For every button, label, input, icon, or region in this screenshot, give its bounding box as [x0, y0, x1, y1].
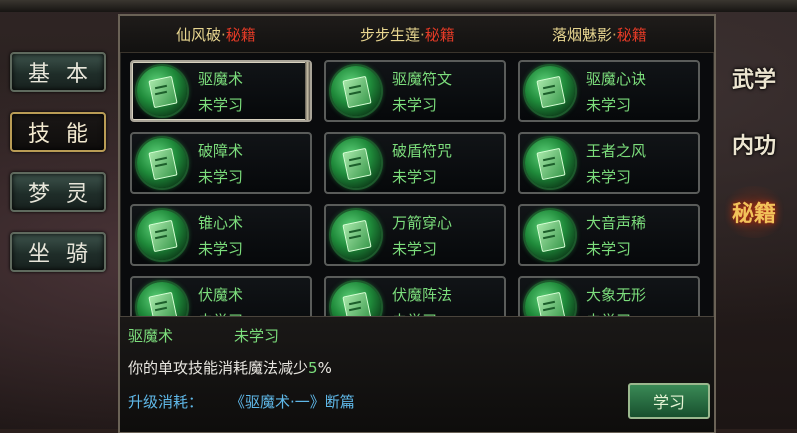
header-tab-bubushenglian[interactable]: 步步生莲·秘籍 — [360, 24, 455, 45]
skill-name: 破障术 — [198, 142, 244, 160]
skill-status: 未学习 — [586, 240, 632, 258]
selected-skill-status: 未学习 — [234, 327, 280, 345]
skill-name: 大象无形 — [586, 286, 647, 304]
left-tab-skills[interactable]: 技能 — [10, 112, 106, 152]
learn-button-label: 学习 — [652, 393, 685, 412]
skill-panel: 仙风破·秘籍 步步生莲·秘籍 落烟魅影·秘籍 驱魔术 未学习 驱魔符文 未学习 … — [118, 14, 716, 433]
skill-book-icon — [137, 210, 187, 260]
skill-cell[interactable]: 王者之风 未学习 — [518, 132, 700, 194]
skill-status: 未学习 — [392, 96, 438, 114]
header-tab-tag: 秘籍 — [225, 26, 256, 44]
right-tab-label: 内功 — [731, 133, 776, 159]
right-tab-label: 秘籍 — [731, 201, 776, 227]
upgrade-cost-item[interactable]: 《驱魔术·一》断篇 — [230, 391, 355, 412]
left-tab-label: 梦灵 — [28, 182, 105, 207]
right-tab-label: 武学 — [731, 67, 776, 93]
selected-skill-name: 驱魔术 — [128, 327, 174, 345]
skill-cell[interactable]: 驱魔符文 未学习 — [324, 60, 506, 122]
skill-name: 驱魔术 — [198, 70, 244, 88]
skill-cell[interactable]: 驱魔术 未学习 — [130, 60, 312, 122]
left-tab-label: 技能 — [28, 122, 105, 147]
skill-cell[interactable]: 万箭穿心 未学习 — [324, 204, 506, 266]
right-tab-martial-arts[interactable]: 武学 — [714, 46, 794, 110]
description-unit: % — [317, 359, 332, 377]
header-tab-tag: 秘籍 — [616, 26, 647, 44]
skill-book-icon — [525, 66, 575, 116]
skill-grid: 驱魔术 未学习 驱魔符文 未学习 驱魔心诀 未学习 破障术 未学习 破盾符咒 未… — [126, 56, 708, 322]
skill-status: 未学习 — [198, 240, 244, 258]
skill-status: 未学习 — [586, 168, 632, 186]
left-tab-label: 坐骑 — [28, 242, 105, 267]
upgrade-cost-label: 升级消耗： — [128, 393, 204, 411]
skill-cell[interactable]: 破障术 未学习 — [130, 132, 312, 194]
skill-cell[interactable]: 破盾符咒 未学习 — [324, 132, 506, 194]
panel-header: 仙风破·秘籍 步步生莲·秘籍 落烟魅影·秘籍 — [120, 16, 714, 53]
skill-book-icon — [525, 138, 575, 188]
left-tab-basic[interactable]: 基本 — [10, 52, 106, 92]
skill-book-icon — [331, 138, 381, 188]
skill-cell[interactable]: 大音声稀 未学习 — [518, 204, 700, 266]
skill-cell[interactable]: 驱魔心诀 未学习 — [518, 60, 700, 122]
skill-name: 破盾符咒 — [392, 142, 453, 160]
header-tab-name: 落烟魅影 — [552, 26, 613, 44]
skill-book-icon — [331, 210, 381, 260]
left-tab-dream-spirit[interactable]: 梦灵 — [10, 172, 106, 212]
right-tab-secret-manual[interactable]: 秘籍 — [714, 180, 794, 244]
skill-book-icon — [331, 66, 381, 116]
header-tab-name: 仙风破 — [176, 26, 222, 44]
skill-status: 未学习 — [198, 96, 244, 114]
header-tab-luoyanmeiying[interactable]: 落烟魅影·秘籍 — [552, 24, 647, 45]
skill-description: 你的单攻技能消耗魔法减少5% — [128, 357, 332, 378]
skill-book-icon — [137, 138, 187, 188]
skill-detail-panel: 驱魔术 未学习 你的单攻技能消耗魔法减少5% 升级消耗： 《驱魔术·一》断篇 学… — [120, 316, 714, 432]
header-tab-tag: 秘籍 — [424, 26, 455, 44]
skill-name: 伏魔阵法 — [392, 286, 453, 304]
skill-name: 锥心术 — [198, 214, 244, 232]
header-tab-name: 步步生莲 — [360, 26, 421, 44]
skill-book-icon — [525, 210, 575, 260]
left-tab-label: 基本 — [28, 62, 105, 87]
skill-status: 未学习 — [198, 168, 244, 186]
learn-button[interactable]: 学习 — [628, 383, 710, 419]
right-tab-column: 武学 内功 秘籍 — [714, 40, 797, 420]
skill-name: 伏魔术 — [198, 286, 244, 304]
skill-name: 万箭穿心 — [392, 214, 453, 232]
top-frame-bar — [0, 0, 797, 12]
skill-status: 未学习 — [586, 96, 632, 114]
right-tab-inner-power[interactable]: 内功 — [714, 112, 794, 176]
description-text: 你的单攻技能消耗魔法减少 — [128, 359, 309, 377]
skill-name: 王者之风 — [586, 142, 647, 160]
skill-name: 驱魔符文 — [392, 70, 453, 88]
skill-name: 驱魔心诀 — [586, 70, 647, 88]
skill-status: 未学习 — [392, 240, 438, 258]
left-tab-mount[interactable]: 坐骑 — [10, 232, 106, 272]
header-tab-xianfengpo[interactable]: 仙风破·秘籍 — [176, 24, 256, 45]
skill-book-icon — [137, 66, 187, 116]
selection-marker — [305, 62, 310, 120]
left-tab-column: 基本 技能 梦灵 坐骑 — [0, 40, 118, 429]
skill-status: 未学习 — [392, 168, 438, 186]
skill-name: 大音声稀 — [586, 214, 647, 232]
description-value: 5 — [308, 359, 318, 377]
skill-cell[interactable]: 锥心术 未学习 — [130, 204, 312, 266]
